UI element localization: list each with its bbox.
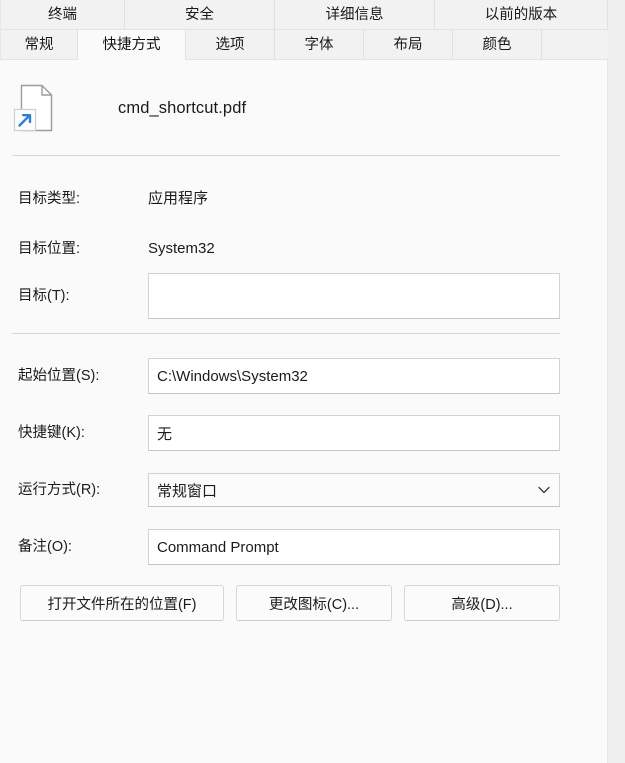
tab-colors[interactable]: 颜色 <box>453 30 542 60</box>
tab-row-filler <box>542 30 608 60</box>
tab-previous-versions[interactable]: 以前的版本 <box>435 0 608 30</box>
start-in-input[interactable] <box>148 358 560 394</box>
row-hotkey: 快捷键(K): <box>0 415 608 451</box>
tab-label: 字体 <box>304 37 334 53</box>
tab-label: 选项 <box>215 37 245 53</box>
shortcut-button-bar: 打开文件所在的位置(F) 更改图标(C)... 高级(D)... <box>20 585 560 621</box>
shortcut-document-icon <box>12 82 58 136</box>
change-icon-button[interactable]: 更改图标(C)... <box>236 585 392 621</box>
run-mode-value: 常规窗口 <box>157 482 218 500</box>
tab-label: 详细信息 <box>325 7 384 23</box>
tab-label: 布局 <box>393 37 423 53</box>
run-mode-label: 运行方式(R): <box>18 482 101 498</box>
comment-label: 备注(O): <box>18 539 72 555</box>
tab-label: 安全 <box>185 7 214 23</box>
tab-details[interactable]: 详细信息 <box>275 0 435 30</box>
run-mode-select[interactable]: 常规窗口 <box>148 473 560 507</box>
hotkey-label: 快捷键(K): <box>18 425 85 441</box>
row-comment: 备注(O): <box>0 529 608 565</box>
tab-security[interactable]: 安全 <box>125 0 275 30</box>
target-input[interactable] <box>148 273 560 319</box>
tab-label: 常规 <box>24 37 54 53</box>
chevron-down-icon <box>529 486 559 494</box>
tab-terminal[interactable]: 终端 <box>0 0 125 30</box>
tab-shortcut[interactable]: 快捷方式 <box>78 30 186 60</box>
comment-input[interactable] <box>148 529 560 565</box>
target-type-label: 目标类型: <box>18 191 81 207</box>
file-header: cmd_shortcut.pdf <box>0 82 560 140</box>
row-start-in: 起始位置(S): <box>0 358 608 394</box>
shortcut-file-name: cmd_shortcut.pdf <box>118 99 247 117</box>
shortcut-tab-panel: cmd_shortcut.pdf 目标类型: 应用程序 目标位置: System… <box>0 60 608 763</box>
tab-options[interactable]: 选项 <box>186 30 275 60</box>
separator-middle <box>12 333 560 334</box>
open-file-location-button[interactable]: 打开文件所在的位置(F) <box>20 585 224 621</box>
row-target-type: 目标类型: 应用程序 <box>0 187 608 211</box>
row-run-mode: 运行方式(R): 常规窗口 <box>0 473 608 507</box>
tab-general[interactable]: 常规 <box>0 30 78 60</box>
target-location-value: System32 <box>148 240 215 257</box>
separator-top <box>12 155 560 156</box>
target-label: 目标(T): <box>18 288 70 304</box>
start-in-label: 起始位置(S): <box>18 368 100 384</box>
tab-row-secondary: 终端 安全 详细信息 以前的版本 <box>0 0 608 30</box>
tab-label: 颜色 <box>482 37 512 53</box>
hotkey-input[interactable] <box>148 415 560 451</box>
tab-layout[interactable]: 布局 <box>364 30 453 60</box>
row-target-location: 目标位置: System32 <box>0 237 608 261</box>
tab-row-primary: 常规 快捷方式 选项 字体 布局 颜色 <box>0 30 608 60</box>
target-type-value: 应用程序 <box>148 190 209 207</box>
properties-tab-strip: 终端 安全 详细信息 以前的版本 常规 快捷方式 选项 字体 布局 颜色 <box>0 0 608 60</box>
tab-font[interactable]: 字体 <box>275 30 364 60</box>
tab-label: 以前的版本 <box>484 7 558 23</box>
row-target: 目标(T): <box>0 273 608 319</box>
tab-label: 终端 <box>48 7 77 23</box>
target-location-label: 目标位置: <box>18 241 81 257</box>
tab-label: 快捷方式 <box>102 37 161 53</box>
advanced-button[interactable]: 高级(D)... <box>404 585 560 621</box>
